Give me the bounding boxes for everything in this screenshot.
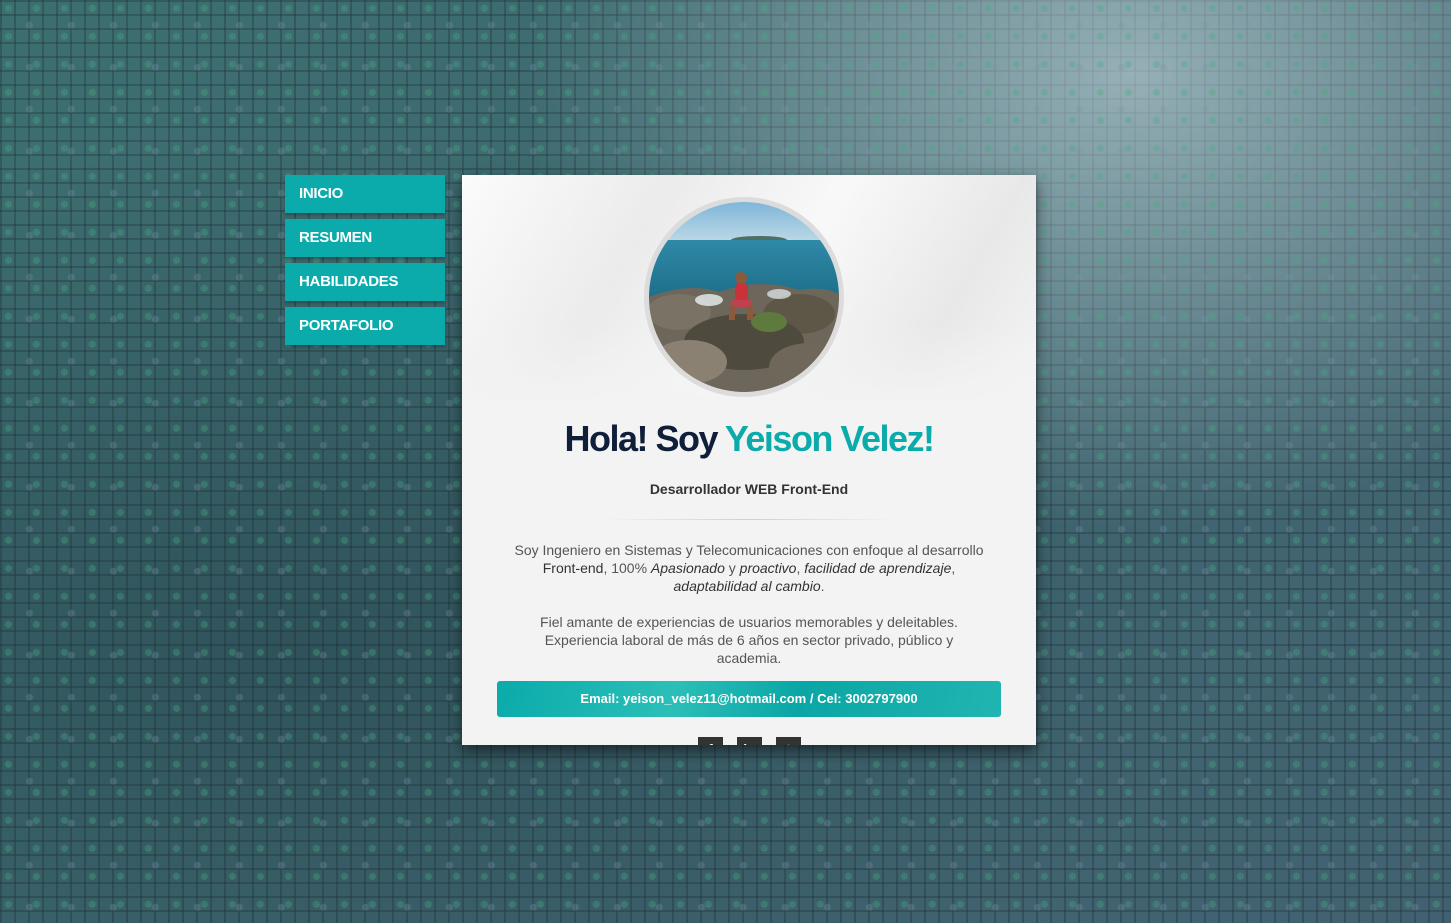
bio-text: y — [724, 560, 740, 576]
bio-paragraph-1: Soy Ingeniero en Sistemas y Telecomunica… — [512, 541, 986, 595]
linkedin-icon[interactable]: in — [737, 737, 762, 745]
role-subtitle: Desarrollador WEB Front-End — [649, 481, 849, 497]
greeting-text: Hola! Soy — [564, 418, 718, 459]
bio-text: Soy Ingeniero en Sistemas y Telecomunica… — [514, 542, 984, 558]
bio-highlight: Front-end — [542, 560, 604, 576]
bio: Soy Ingeniero en Sistemas y Telecomunica… — [512, 541, 986, 685]
nav-item-inicio[interactable]: INICIO — [285, 175, 445, 213]
bio-highlight: proactivo — [739, 560, 797, 576]
bio-paragraph-2: Fiel amante de experiencias de usuarios … — [540, 614, 958, 666]
nav-item-habilidades[interactable]: HABILIDADES — [285, 263, 445, 301]
bio-text: . — [820, 578, 825, 594]
name-text: Yeison Velez! — [724, 418, 935, 459]
avatar — [644, 197, 844, 397]
main-nav: INICIO RESUMEN HABILIDADES PORTAFOLIO — [285, 175, 445, 345]
bio-highlight: facilidad de aprendizaje — [804, 560, 952, 576]
profile-card: Hola! Soy Yeison Velez! Desarrollador WE… — [462, 175, 1036, 745]
divider — [602, 519, 896, 520]
nav-item-resumen[interactable]: RESUMEN — [285, 219, 445, 257]
bio-text: , — [951, 560, 956, 576]
nav-item-portafolio[interactable]: PORTAFOLIO — [285, 307, 445, 345]
bio-highlight: adaptabilidad al cambio — [673, 578, 821, 594]
twitter-icon[interactable]: t — [776, 737, 801, 745]
social-links: f in t — [698, 737, 801, 745]
bio-highlight: Apasionado — [650, 560, 725, 576]
bio-text: , 100% — [603, 560, 651, 576]
page-title: Hola! Soy Yeison Velez! — [462, 418, 1036, 460]
avatar-photo — [649, 202, 839, 392]
facebook-icon[interactable]: f — [698, 737, 723, 745]
contact-bar[interactable]: Email: yeison_velez11@hotmail.com / Cel:… — [497, 681, 1001, 717]
